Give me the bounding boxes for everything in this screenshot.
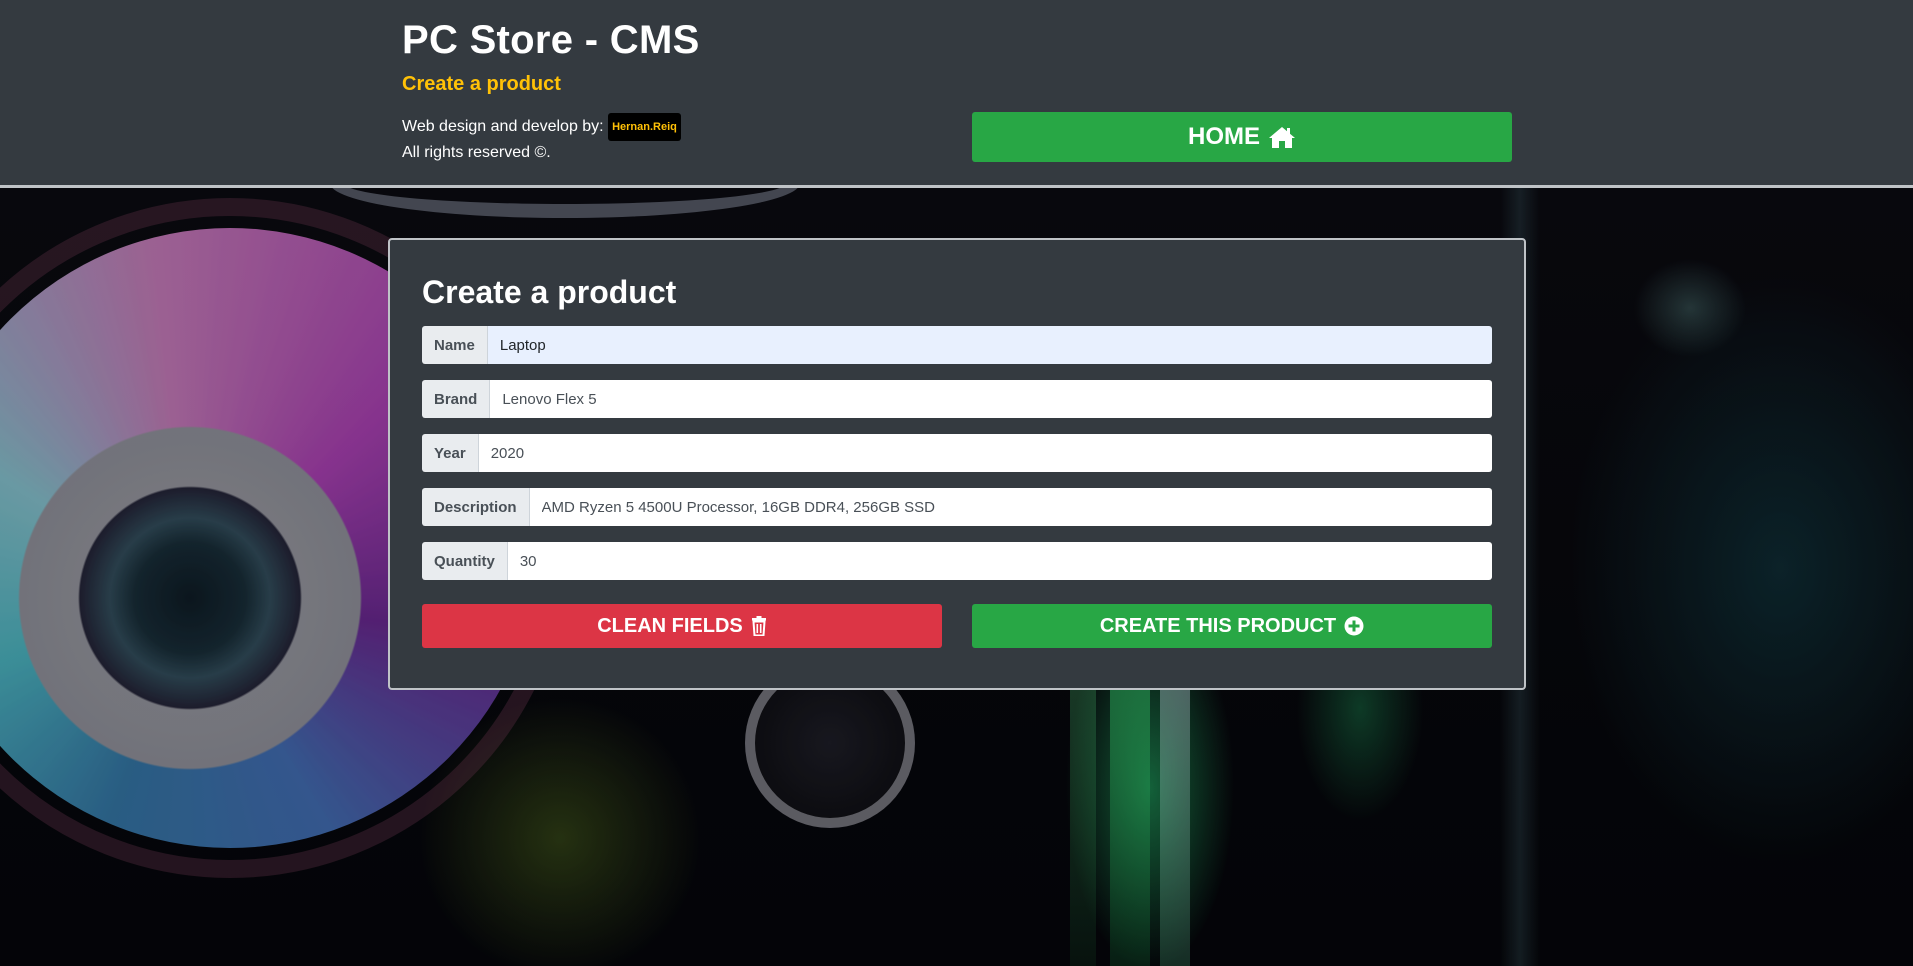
brand-label: Brand	[422, 380, 491, 418]
clean-fields-label: CLEAN FIELDS	[597, 614, 743, 637]
credit-line: Web design and develop by: Hernan.Reiq	[402, 113, 681, 141]
form-title: Create a product	[422, 274, 677, 310]
name-field-group: Name	[422, 326, 1492, 364]
site-header: PC Store - CMS Create a product Web desi…	[0, 0, 1913, 188]
year-field-group: Year	[422, 434, 1492, 472]
plus-circle-icon	[1344, 616, 1364, 636]
description-label: Description	[422, 488, 530, 526]
trash-icon	[751, 616, 767, 636]
create-product-button[interactable]: CREATE THIS PRODUCT	[972, 604, 1492, 648]
page-subtitle: Create a product	[402, 73, 561, 95]
credit-prefix: Web design and develop by:	[402, 118, 604, 135]
quantity-label: Quantity	[422, 542, 508, 580]
year-label: Year	[422, 434, 479, 472]
rights-text: All rights reserved ©.	[402, 144, 551, 161]
create-product-card: Create a product Name Brand Year Descrip…	[388, 238, 1526, 690]
author-badge: Hernan.Reiq	[608, 113, 681, 141]
year-input[interactable]	[478, 434, 1492, 472]
home-icon	[1268, 125, 1296, 149]
credits: Web design and develop by: Hernan.Reiq A…	[402, 113, 681, 165]
name-label: Name	[422, 326, 488, 364]
clean-fields-button[interactable]: CLEAN FIELDS	[422, 604, 942, 648]
home-button[interactable]: HOME	[972, 112, 1512, 162]
name-input[interactable]	[487, 326, 1492, 364]
quantity-input[interactable]	[507, 542, 1492, 580]
brand-input[interactable]	[490, 380, 1492, 418]
brand-field-group: Brand	[422, 380, 1492, 418]
site-title: PC Store - CMS	[402, 18, 700, 62]
quantity-field-group: Quantity	[422, 542, 1492, 580]
description-input[interactable]	[529, 488, 1492, 526]
create-product-label: CREATE THIS PRODUCT	[1099, 614, 1337, 637]
home-button-label: HOME	[1188, 123, 1260, 150]
description-field-group: Description	[422, 488, 1492, 526]
